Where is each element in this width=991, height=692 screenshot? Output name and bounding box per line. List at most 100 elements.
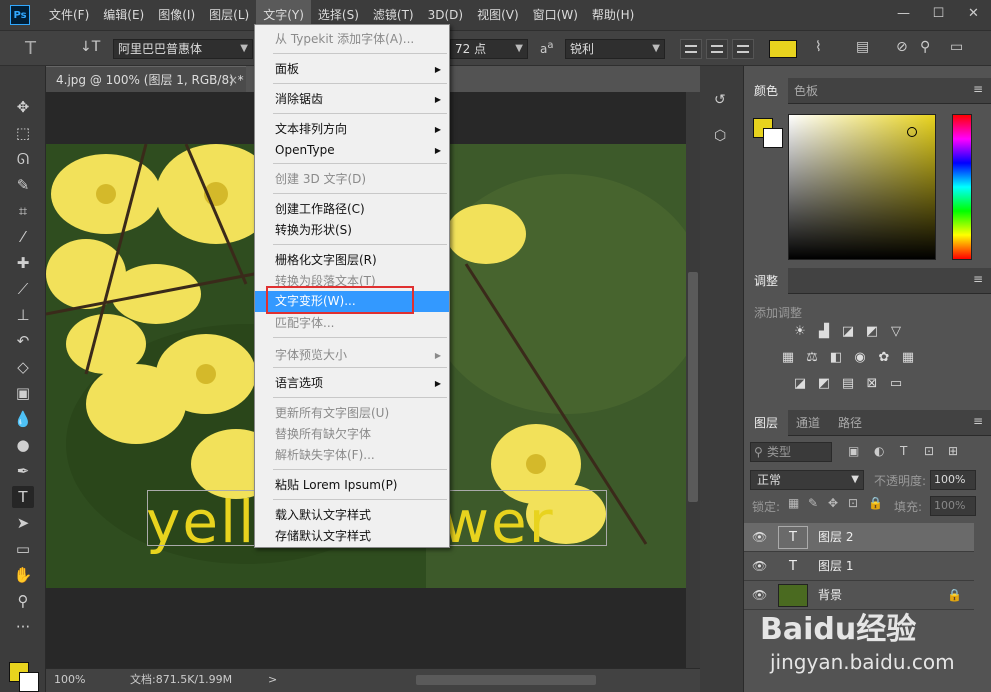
fill-input[interactable]: 100% bbox=[930, 496, 976, 516]
menu-view[interactable]: 视图(V) bbox=[470, 0, 526, 30]
tab-layers[interactable]: 图层 bbox=[744, 410, 789, 436]
document-tab[interactable]: 4.jpg @ 100% (图层 1, RGB/8) * × bbox=[46, 66, 246, 92]
scrollbar-thumb[interactable] bbox=[688, 272, 698, 502]
workspace-icon[interactable]: ▭ bbox=[950, 39, 963, 55]
vertical-scrollbar[interactable] bbox=[686, 92, 700, 668]
type-menu-item[interactable]: 消除锯齿 ▶ bbox=[255, 89, 449, 110]
align-left-button[interactable] bbox=[680, 39, 702, 59]
layer-row[interactable]: 👁 T 图层 2 bbox=[744, 523, 974, 552]
eraser-icon[interactable]: ◇ bbox=[12, 356, 34, 378]
font-family-select[interactable]: 阿里巴巴普惠体 ▼ bbox=[113, 39, 253, 59]
tab-channels[interactable]: 通道 bbox=[786, 410, 830, 436]
type-menu-item[interactable]: 栅格化文字图层(R) bbox=[255, 250, 449, 271]
photo-filter-icon[interactable]: ◉ bbox=[850, 350, 870, 366]
stamp-icon[interactable]: ⊥ bbox=[12, 304, 34, 326]
channel-mixer-icon[interactable]: ✿ bbox=[874, 350, 894, 366]
gradient-map-icon[interactable]: ▭ bbox=[886, 376, 906, 392]
type-menu-item[interactable]: 语言选项 ▶ bbox=[255, 373, 449, 394]
character-panel-icon[interactable]: ▤ bbox=[856, 39, 869, 55]
panel-menu-icon[interactable]: ≡ bbox=[973, 82, 983, 96]
layer-row[interactable]: 👁 T 图层 1 bbox=[744, 552, 974, 581]
filter-smart-icon[interactable]: ⊞ bbox=[948, 444, 958, 458]
minimize-button[interactable]: — bbox=[886, 0, 921, 28]
menu-layer[interactable]: 图层(L) bbox=[202, 0, 256, 30]
bw-icon[interactable]: ◧ bbox=[826, 350, 846, 366]
lasso-icon[interactable]: ᘏ bbox=[12, 148, 34, 170]
background-color[interactable] bbox=[19, 672, 39, 692]
crop-icon[interactable]: ⌗ bbox=[12, 200, 34, 222]
color-picker-marker[interactable] bbox=[907, 127, 917, 137]
hue-slider[interactable] bbox=[952, 114, 972, 260]
posterize-icon[interactable]: ◩ bbox=[814, 376, 834, 392]
search-icon[interactable]: ⚲ bbox=[920, 39, 930, 55]
history-panel-icon[interactable]: ↺ bbox=[714, 92, 732, 110]
move-icon[interactable]: ✥ bbox=[12, 96, 34, 118]
gradient-icon[interactable]: ▣ bbox=[12, 382, 34, 404]
vibrance-icon[interactable]: ▽ bbox=[886, 324, 906, 340]
tab-paths[interactable]: 路径 bbox=[828, 410, 872, 436]
color-balance-icon[interactable]: ⚖ bbox=[802, 350, 822, 366]
type-menu-item[interactable]: 转换为形状(S) bbox=[255, 220, 449, 241]
healing-icon[interactable]: ✚ bbox=[12, 252, 34, 274]
lock-transparency-icon[interactable]: ▦ bbox=[788, 496, 799, 510]
filter-adjust-icon[interactable]: ◐ bbox=[874, 444, 884, 458]
curves-icon[interactable]: ◪ bbox=[838, 324, 858, 340]
color-field[interactable] bbox=[788, 114, 936, 260]
lock-position-icon[interactable]: ✥ bbox=[828, 496, 838, 510]
panel-menu-icon[interactable]: ≡ bbox=[973, 414, 983, 428]
type-menu-item[interactable]: 载入默认文字样式 bbox=[255, 505, 449, 526]
quick-select-icon[interactable]: ✎ bbox=[12, 174, 34, 196]
lock-all-icon[interactable]: 🔒 bbox=[868, 496, 883, 510]
align-center-button[interactable] bbox=[706, 39, 728, 59]
marquee-icon[interactable]: ⬚ bbox=[12, 122, 34, 144]
zoom-level[interactable]: 100% bbox=[54, 669, 85, 691]
blur-icon[interactable]: 💧 bbox=[12, 408, 34, 430]
eye-icon[interactable]: 👁 bbox=[752, 530, 767, 544]
tab-adjustments[interactable]: 调整 bbox=[744, 268, 789, 294]
blend-mode-select[interactable]: 正常 ▼ bbox=[750, 470, 864, 490]
type-menu-item[interactable]: 存储默认文字样式 bbox=[255, 526, 449, 547]
dodge-icon[interactable]: ● bbox=[12, 434, 34, 456]
layer-filter-select[interactable]: ⚲ 类型 bbox=[750, 442, 832, 462]
font-size-select[interactable]: 72 点 ▼ bbox=[450, 39, 528, 59]
warp-text-icon[interactable]: ⌇ bbox=[815, 39, 822, 55]
filter-pixel-icon[interactable]: ▣ bbox=[848, 444, 859, 458]
opacity-input[interactable]: 100% bbox=[930, 470, 976, 490]
lock-artboard-icon[interactable]: ⊡ bbox=[848, 496, 858, 510]
align-right-button[interactable] bbox=[732, 39, 754, 59]
text-color-swatch[interactable] bbox=[769, 40, 797, 58]
more-icon[interactable]: ··· bbox=[12, 616, 34, 638]
panel-background-color[interactable] bbox=[763, 128, 783, 148]
type-menu-item[interactable]: 创建工作路径(C) bbox=[255, 199, 449, 220]
hue-sat-icon[interactable]: ▦ bbox=[778, 350, 798, 366]
brush-icon[interactable]: ⟋ bbox=[12, 278, 34, 300]
menu-edit[interactable]: 编辑(E) bbox=[96, 0, 151, 30]
lock-pixels-icon[interactable]: ✎ bbox=[808, 496, 818, 510]
zoom-icon[interactable]: ⚲ bbox=[12, 590, 34, 612]
menu-help[interactable]: 帮助(H) bbox=[585, 0, 641, 30]
menu-image[interactable]: 图像(I) bbox=[151, 0, 202, 30]
brightness-icon[interactable]: ☀ bbox=[790, 324, 810, 340]
filter-type-icon[interactable]: T bbox=[900, 444, 907, 458]
type-menu-item[interactable]: OpenType ▶ bbox=[255, 140, 449, 161]
cancel-icon[interactable]: ⊘ bbox=[896, 39, 908, 55]
menu-file[interactable]: 文件(F) bbox=[42, 0, 96, 30]
invert-icon[interactable]: ◪ bbox=[790, 376, 810, 392]
selective-color-icon[interactable]: ⊠ bbox=[862, 376, 882, 392]
type-menu-item[interactable]: 文本排列方向 ▶ bbox=[255, 119, 449, 140]
pen-icon[interactable]: ✒ bbox=[12, 460, 34, 482]
close-icon[interactable]: × bbox=[228, 67, 238, 93]
type-menu-item[interactable]: 粘贴 Lorem Ipsum(P) bbox=[255, 475, 449, 496]
status-chevron-icon[interactable]: > bbox=[268, 669, 277, 691]
antialias-select[interactable]: 锐利 ▼ bbox=[565, 39, 665, 59]
horizontal-scrollbar-thumb[interactable] bbox=[416, 675, 596, 685]
history-brush-icon[interactable]: ↶ bbox=[12, 330, 34, 352]
close-button[interactable]: ✕ bbox=[956, 0, 991, 28]
hand-icon[interactable]: ✋ bbox=[12, 564, 34, 586]
panel-menu-icon[interactable]: ≡ bbox=[973, 272, 983, 286]
exposure-icon[interactable]: ◩ bbox=[862, 324, 882, 340]
maximize-button[interactable]: ☐ bbox=[921, 0, 956, 28]
levels-icon[interactable]: ▟ bbox=[814, 324, 834, 340]
tab-color[interactable]: 颜色 bbox=[744, 78, 789, 104]
text-orientation-icon[interactable]: ↓T bbox=[80, 39, 100, 55]
